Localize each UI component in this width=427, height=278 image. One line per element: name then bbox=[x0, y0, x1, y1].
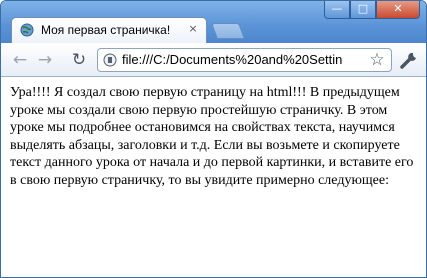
page-icon bbox=[103, 53, 117, 67]
address-input[interactable]: file:///C:/Documents%20and%20Settin bbox=[122, 52, 362, 67]
tab-strip: Моя первая страничка! × — □ ✕ bbox=[1, 1, 426, 43]
wrench-icon[interactable] bbox=[397, 50, 419, 70]
forward-arrow-icon[interactable]: → bbox=[34, 49, 56, 71]
toolbar: ← → ↻ file:///C:/Documents%20and%20Setti… bbox=[1, 43, 426, 77]
tab-close-icon[interactable]: × bbox=[186, 22, 200, 36]
bookmark-star-icon[interactable]: ☆ bbox=[367, 50, 387, 70]
minimize-button[interactable]: — bbox=[324, 1, 350, 19]
back-arrow-icon[interactable]: ← bbox=[9, 49, 31, 71]
page-paragraph: Ура!!!! Я создал свою первую страницу на… bbox=[10, 85, 414, 188]
window-controls: — □ ✕ bbox=[324, 1, 420, 19]
maximize-button[interactable]: □ bbox=[350, 1, 376, 19]
tab-title: Моя первая страничка! bbox=[41, 23, 171, 37]
browser-window: Моя первая страничка! × — □ ✕ ← → ↻ file… bbox=[0, 0, 427, 278]
page-content: Ура!!!! Я создал свою первую страницу на… bbox=[1, 78, 426, 277]
address-bar[interactable]: file:///C:/Documents%20and%20Settin ☆ bbox=[97, 48, 392, 72]
close-window-button[interactable]: ✕ bbox=[376, 1, 420, 19]
reload-icon[interactable]: ↻ bbox=[68, 49, 90, 71]
globe-icon bbox=[20, 23, 34, 37]
new-tab-button[interactable] bbox=[211, 23, 245, 39]
tab-active[interactable]: Моя первая страничка! × bbox=[11, 17, 207, 43]
